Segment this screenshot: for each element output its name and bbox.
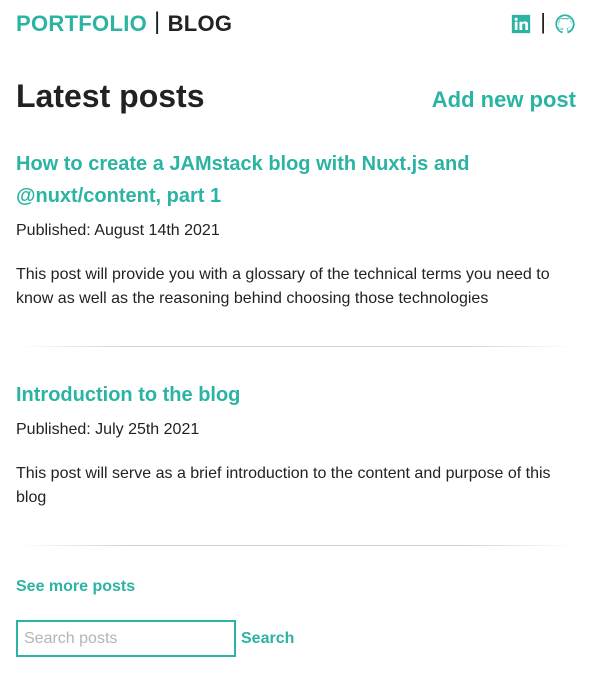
- portfolio-link[interactable]: PORTFOLIO: [16, 11, 147, 37]
- linkedin-icon: [512, 14, 531, 34]
- search-bar: Search: [16, 620, 294, 657]
- brand-separator: |: [154, 8, 161, 35]
- github-link[interactable]: [554, 13, 576, 35]
- blog-label: BLOG: [167, 11, 233, 36]
- post-card: Introduction to the blog Published: July…: [16, 379, 576, 510]
- brand: PORTFOLIO | BLOG: [16, 8, 233, 38]
- post-card: How to create a JAMstack blog with Nuxt.…: [16, 148, 576, 311]
- post-title-link[interactable]: Introduction to the blog: [16, 379, 576, 411]
- top-bar: PORTFOLIO | BLOG |: [16, 8, 576, 39]
- post-published-date: Published: August 14th 2021: [16, 222, 220, 239]
- social-separator: |: [540, 9, 546, 34]
- post-published-date: Published: July 25th 2021: [16, 421, 200, 438]
- page: PORTFOLIO | BLOG | Latest posts Add new …: [0, 0, 602, 683]
- linkedin-link[interactable]: [510, 13, 532, 35]
- search-input[interactable]: [16, 620, 236, 657]
- social-links: |: [510, 9, 576, 37]
- search-button[interactable]: Search: [236, 630, 294, 648]
- post-summary: This post will provide you with a glossa…: [16, 266, 550, 307]
- github-icon: [555, 14, 575, 34]
- post-divider: [16, 346, 576, 347]
- page-title: Latest posts: [16, 78, 205, 114]
- add-new-post-link[interactable]: Add new post: [432, 87, 576, 113]
- post-summary: This post will serve as a brief introduc…: [16, 465, 551, 506]
- title-row: Latest posts Add new post: [16, 78, 576, 115]
- post-divider: [16, 545, 576, 546]
- see-more-posts-link[interactable]: See more posts: [16, 578, 135, 596]
- post-title-link[interactable]: How to create a JAMstack blog with Nuxt.…: [16, 148, 576, 212]
